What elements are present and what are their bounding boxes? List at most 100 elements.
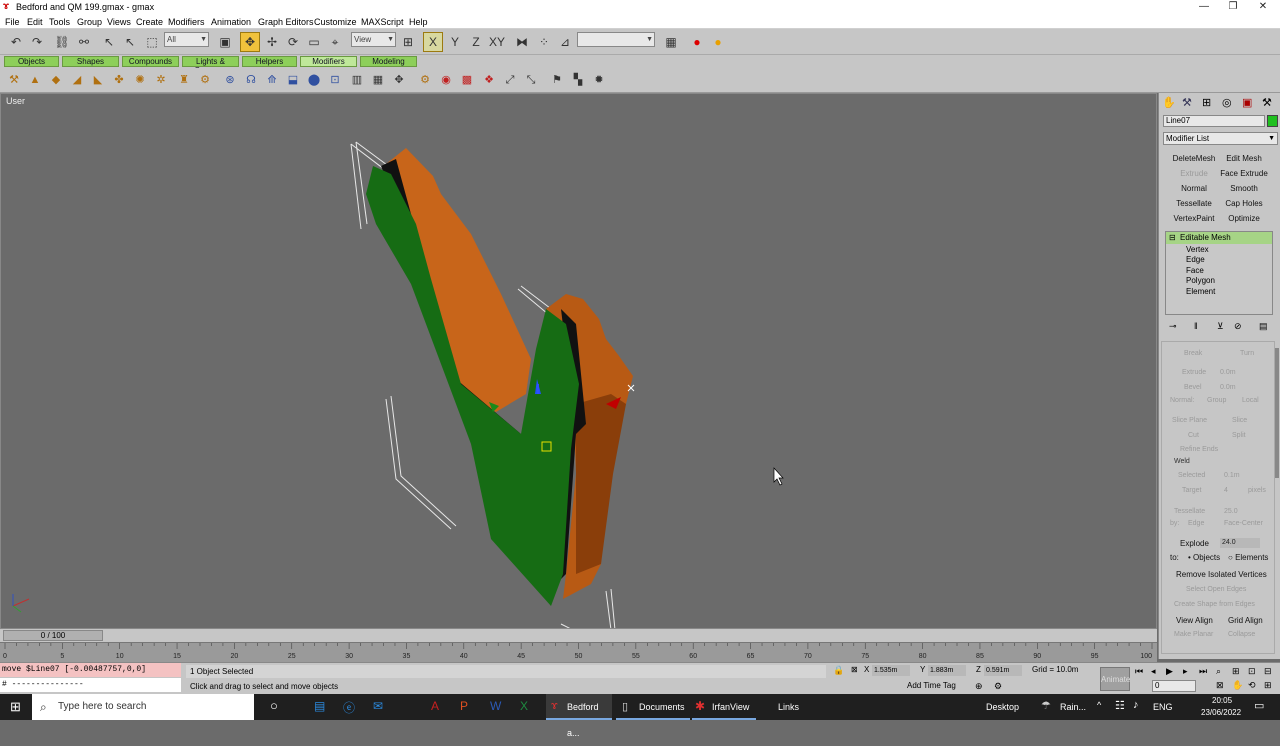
edge-radio[interactable]: Edge <box>1188 520 1204 527</box>
extrude-icon[interactable]: ▥ <box>348 71 366 89</box>
make-unique-icon[interactable]: ⊻ <box>1217 321 1224 332</box>
maximize-viewport-icon[interactable]: ⊞ <box>1264 680 1272 691</box>
grid-align-button[interactable]: Grid Align <box>1228 616 1263 625</box>
reference-coord-dropdown[interactable]: View ▼ <box>351 32 396 47</box>
redo-icon[interactable]: ↷ <box>27 32 47 52</box>
cap-holes-button[interactable]: Cap Holes <box>1220 197 1268 210</box>
menu-tools[interactable]: Tools <box>49 16 70 28</box>
access-icon[interactable]: A <box>431 699 439 713</box>
noise-icon[interactable]: ◢ <box>68 71 86 89</box>
tab-compounds[interactable]: Compounds <box>122 56 179 67</box>
pin-stack-icon[interactable]: ⊸ <box>1169 321 1177 332</box>
selection-filter-dropdown[interactable]: All ▼ <box>164 32 209 47</box>
undo-icon[interactable]: ↶ <box>6 32 26 52</box>
tab-shapes[interactable]: Shapes <box>62 56 119 67</box>
box-icon[interactable]: ⊡ <box>326 71 344 89</box>
normal-button[interactable]: Normal <box>1170 182 1218 195</box>
quick-render-icon[interactable]: ● <box>708 32 728 52</box>
cortana-icon[interactable]: ○ <box>270 698 278 713</box>
lattice-icon[interactable]: ✲ <box>152 71 170 89</box>
scale-icon[interactable]: ▭ <box>304 32 324 52</box>
rotate-icon[interactable]: ⟳ <box>283 32 303 52</box>
meshsmooth-icon[interactable]: ❖ <box>480 71 498 89</box>
move-icon[interactable]: ✥ <box>240 32 260 52</box>
stack-editable-mesh[interactable]: Editable Mesh <box>1166 232 1272 244</box>
mail-icon[interactable]: ✉ <box>373 699 383 713</box>
tessellate-mod-button[interactable]: Tessellate <box>1170 197 1218 210</box>
twist-icon[interactable]: ◆ <box>47 71 65 89</box>
collapse-icon[interactable]: ⚑ <box>548 71 566 89</box>
minimize-button[interactable]: — <box>1190 0 1218 15</box>
language-indicator[interactable]: ENG <box>1153 694 1175 720</box>
create-shape-button[interactable]: Create Shape from Edges <box>1174 601 1255 608</box>
menu-maxscript[interactable]: MAXScript <box>361 16 404 28</box>
start-windows-icon[interactable]: ⊞ <box>10 700 24 714</box>
make-planar-button[interactable]: Make Planar <box>1174 631 1213 638</box>
zoom-extents-all-icon[interactable]: ⊟ <box>1264 666 1272 677</box>
explode-angle-field[interactable]: 24.0 <box>1220 538 1260 548</box>
face-extrude-button[interactable]: Face Extrude <box>1220 167 1268 180</box>
expand-icon[interactable]: ⊟ <box>1169 233 1176 242</box>
explode-button[interactable]: Explode <box>1180 539 1209 548</box>
time-slider[interactable]: 0 / 100 <box>3 630 103 641</box>
configure-sets-icon[interactable]: ▤ <box>1259 321 1268 332</box>
display-panel-icon[interactable]: ▣ <box>1242 96 1252 109</box>
grid-icon[interactable]: ▦ <box>369 71 387 89</box>
menu-animation[interactable]: Animation <box>211 16 251 28</box>
tab-modifiers[interactable]: Modifiers <box>300 56 357 67</box>
menu-help[interactable]: Help <box>409 16 428 28</box>
collapse-button[interactable]: Collapse <box>1228 631 1255 638</box>
notifications-icon[interactable]: ▭ <box>1254 699 1264 712</box>
tab-modeling[interactable]: Modeling <box>360 56 417 67</box>
unlink-icon[interactable]: ⚯ <box>74 32 94 52</box>
uvw-map-icon[interactable]: ⊛ <box>221 71 239 89</box>
bend-icon[interactable]: ⚒ <box>5 71 23 89</box>
bevel-amount-field[interactable]: 0.0m <box>1220 384 1236 391</box>
pan-icon[interactable]: ✋ <box>1232 680 1243 691</box>
edge-browser-icon[interactable]: ⓔ <box>343 699 355 716</box>
array-icon[interactable]: ⁘ <box>534 32 554 52</box>
face-center-radio[interactable]: Face-Center <box>1224 520 1263 527</box>
refine-ends-checkbox[interactable]: Refine Ends <box>1180 446 1218 453</box>
taskbar-search-box[interactable]: Type here to search <box>32 694 254 720</box>
links-toolbar[interactable]: Links <box>778 694 808 720</box>
unwrap-icon[interactable]: ☊ <box>242 71 260 89</box>
edit-mesh-button[interactable]: Edit Mesh <box>1220 152 1268 165</box>
axis-x-icon[interactable]: X <box>423 32 443 52</box>
group-radio[interactable]: Group <box>1207 397 1226 404</box>
powerpoint-icon[interactable]: P <box>460 699 468 713</box>
wave-icon[interactable]: ♜ <box>175 71 193 89</box>
time-slider-bar[interactable]: 0 / 100 <box>0 629 1157 642</box>
modify-panel-icon[interactable]: ⚒ <box>1182 96 1192 109</box>
mirror-icon[interactable]: ⧓ <box>512 32 532 52</box>
material-icon[interactable]: ⚙ <box>416 71 434 89</box>
set-key-icon[interactable]: ⚙ <box>994 681 1002 692</box>
snap-icon[interactable]: ⌖ <box>325 32 345 52</box>
slice-plane-button[interactable]: Slice Plane <box>1172 417 1207 424</box>
stretch-icon[interactable]: ◣ <box>89 71 107 89</box>
stack-element[interactable]: Element <box>1186 287 1215 297</box>
show-end-result-icon[interactable]: ‖ <box>1194 321 1198 331</box>
checker-icon[interactable]: ▚ <box>569 71 587 89</box>
rotate-icon[interactable]: ✢ <box>262 32 282 52</box>
weld-threshold-field[interactable]: 0.1m <box>1224 472 1240 479</box>
ripple-icon[interactable]: ⚙ <box>196 71 214 89</box>
menu-graph-editors[interactable]: Graph Editors <box>258 16 314 28</box>
network-icon[interactable]: ☷ <box>1115 699 1125 712</box>
weld-target-button[interactable]: Target <box>1182 487 1201 494</box>
panel-scrollbar[interactable] <box>1275 348 1279 478</box>
remove-isolated-vertices-button[interactable]: Remove Isolated Vertices <box>1176 570 1267 579</box>
utilities-panel-icon[interactable]: ⚒ <box>1262 96 1272 109</box>
tab-lights-cameras[interactable]: Lights & Cameras <box>182 56 239 75</box>
object-name-field[interactable]: Line07 <box>1163 115 1265 127</box>
menu-edit[interactable]: Edit <box>27 16 43 28</box>
zoom-extents-icon[interactable]: ⊡ <box>1248 666 1256 677</box>
render-icon[interactable]: ● <box>687 32 707 52</box>
region-zoom-icon[interactable]: ⊠ <box>1216 680 1224 691</box>
vertexpaint-button[interactable]: VertexPaint <box>1170 212 1218 225</box>
arc-rotate-icon[interactable]: ⟲ <box>1248 680 1256 691</box>
play-icon[interactable]: ▶ <box>1166 666 1173 677</box>
bevel-button[interactable]: Bevel <box>1184 384 1202 391</box>
mesh-select-icon[interactable]: ⟰ <box>263 71 281 89</box>
ffd-icon[interactable]: ✺ <box>131 71 149 89</box>
